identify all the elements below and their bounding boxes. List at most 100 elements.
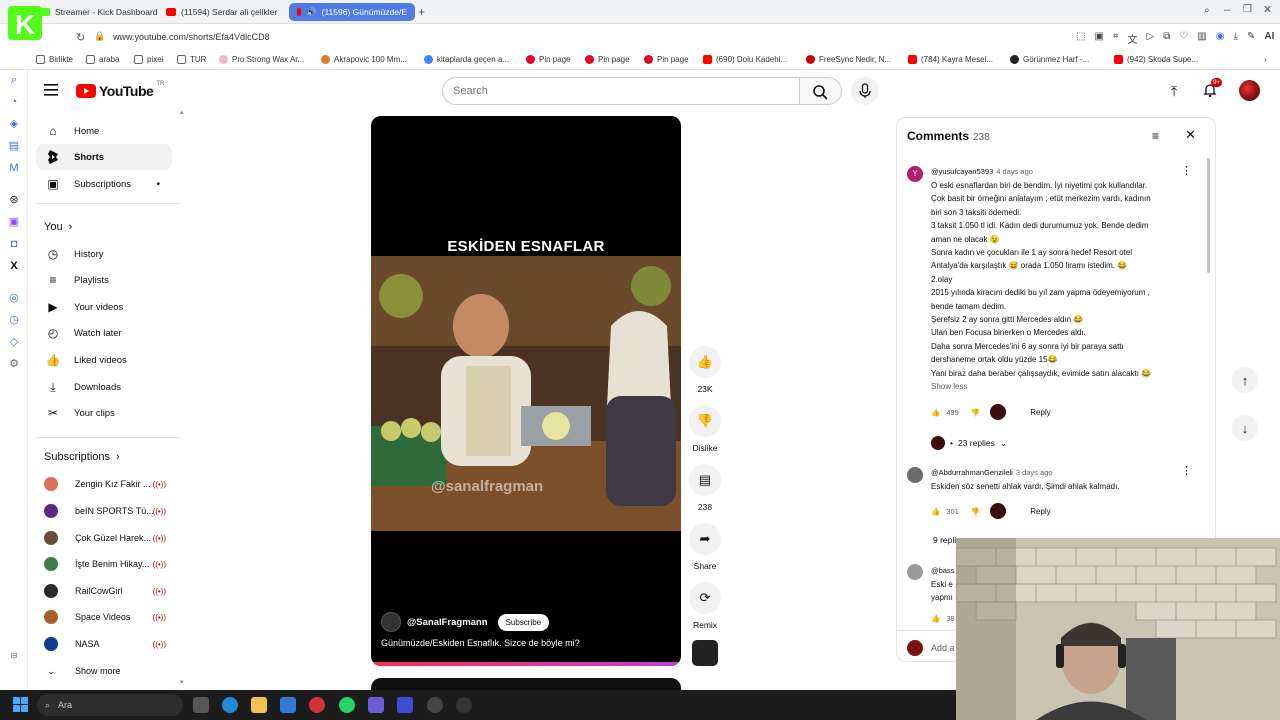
- comment-avatar[interactable]: [907, 467, 923, 483]
- bookmark-item[interactable]: Pin page: [585, 55, 630, 64]
- expand-icon[interactable]: ⊟: [8, 650, 20, 662]
- sidebar-item-home[interactable]: ⌂ Home: [36, 118, 172, 144]
- comment-author[interactable]: @AbdurrahmanGenzileli 3 days ago: [931, 468, 1053, 477]
- whatsapp-icon[interactable]: [339, 697, 355, 713]
- youtube-logo[interactable]: YouTube TR: [76, 81, 164, 99]
- edge-icon[interactable]: [222, 697, 238, 713]
- search-icon[interactable]: ⌕: [8, 74, 20, 86]
- store-icon[interactable]: [280, 697, 296, 713]
- maximize-icon[interactable]: ❐: [1243, 4, 1252, 15]
- sidebar-item-history[interactable]: ◷ History: [36, 241, 172, 267]
- profile-icon[interactable]: ◉: [1216, 31, 1225, 46]
- bookmark-item[interactable]: Pro Strong Wax Ar...: [219, 55, 304, 64]
- sidebar-toggle-icon[interactable]: ▥: [1197, 31, 1206, 46]
- bookmark-item[interactable]: araba: [86, 55, 119, 64]
- sidebar-item-liked-videos[interactable]: 👍 Liked videos: [36, 347, 172, 373]
- comment-icon[interactable]: ▤: [689, 464, 721, 496]
- short-video-player[interactable]: ESKİDEN ESNAFLAR @sanalfragman @SanalFra…: [371, 116, 681, 666]
- thumbs-up-icon[interactable]: 👍: [689, 346, 721, 378]
- thumbs-up-icon[interactable]: 👍: [931, 614, 940, 623]
- bookmark-item[interactable]: Pin page: [526, 55, 571, 64]
- sidebar-item-playlists[interactable]: ≡ Playlists: [36, 267, 172, 293]
- subscription-item[interactable]: Space Videos ((•)): [44, 606, 174, 628]
- show-less-link[interactable]: Show less: [931, 380, 1193, 393]
- tab-youtube-serdar[interactable]: (11594) Serdar ali çelikler: [158, 3, 285, 21]
- thumbs-up-icon[interactable]: 👍: [931, 408, 940, 417]
- vegas-icon[interactable]: [397, 697, 413, 713]
- search-tabs-icon[interactable]: ⌕: [1204, 5, 1210, 16]
- sidebar-item-watch-later[interactable]: ◴ Watch later: [36, 320, 172, 346]
- edit-icon[interactable]: ✎: [1247, 31, 1255, 46]
- subscription-item[interactable]: NASA ((•)): [44, 633, 174, 655]
- thumbs-down-icon[interactable]: 👎: [971, 507, 980, 516]
- bookmark-item[interactable]: Birlikte: [36, 55, 73, 64]
- remix-action[interactable]: ⟳ Remix: [689, 582, 721, 630]
- previous-short-button[interactable]: ↑: [1232, 367, 1258, 393]
- bookmark-item[interactable]: (942) Skoda Supe...: [1114, 55, 1198, 64]
- search-input[interactable]: [442, 77, 800, 105]
- translate-icon[interactable]: 文: [1128, 31, 1138, 46]
- sidebar-item-shorts[interactable]: Shorts: [36, 144, 172, 170]
- new-tab-icon[interactable]: +: [418, 5, 425, 19]
- crop-icon[interactable]: ⌗: [1113, 31, 1119, 46]
- copilot-icon[interactable]: ◔: [8, 96, 20, 108]
- url-field[interactable]: www.youtube.com/shorts/Efa4VdlcCD8: [113, 32, 270, 42]
- collections-icon[interactable]: ⧉: [1163, 31, 1170, 46]
- video-progress-bar[interactable]: [371, 662, 681, 666]
- sidebar-scroll-up-icon[interactable]: ▴: [180, 108, 184, 116]
- sidebar-scroll-down-icon[interactable]: ▾: [180, 678, 184, 686]
- search-button[interactable]: [800, 77, 842, 105]
- windows-start-icon[interactable]: [13, 697, 29, 713]
- taskbar-search[interactable]: ⌕ Ara: [37, 694, 183, 716]
- tab-kick-dashboard[interactable]: Streamer - Kick Dashboard: [32, 3, 166, 21]
- thumbs-up-icon[interactable]: 👍: [931, 507, 940, 516]
- sidebar-item-subscriptions[interactable]: ▣ Subscriptions •: [36, 171, 172, 197]
- comment-avatar[interactable]: [907, 564, 923, 580]
- teams-icon[interactable]: [368, 697, 384, 713]
- more-options-icon[interactable]: ⋮: [1181, 464, 1192, 477]
- copilot-icon[interactable]: AI: [1264, 31, 1274, 46]
- subscription-item[interactable]: RailCowGirl ((•)): [44, 580, 174, 602]
- clock-icon[interactable]: ◷: [8, 314, 20, 326]
- opera-icon[interactable]: [309, 697, 325, 713]
- bookmark-item[interactable]: (690) Dolu Kadehi...: [703, 55, 787, 64]
- tab-youtube-short[interactable]: 🔊 (11596) Günümüzde/E: [289, 3, 415, 21]
- minimize-icon[interactable]: –: [1224, 4, 1230, 16]
- sidebar-item-your-clips[interactable]: ✂ Your clips: [36, 400, 172, 426]
- comments-scrollbar[interactable]: [1207, 158, 1210, 273]
- add-comment-input[interactable]: Add a: [931, 643, 955, 653]
- download-icon[interactable]: ⤓: [1234, 31, 1238, 46]
- extension-icon[interactable]: ⬚: [1076, 31, 1085, 46]
- bookmark-item[interactable]: Akrapovic 100 Mm...: [321, 55, 407, 64]
- tools-icon[interactable]: ▤: [8, 140, 20, 152]
- notifications-button[interactable]: 9+: [1202, 78, 1223, 100]
- bookmark-item[interactable]: FreeSync Nedir, N...: [806, 55, 891, 64]
- discord-icon[interactable]: ◘: [8, 238, 20, 250]
- subscription-item[interactable]: beIN SPORTS Tü... ((•)): [44, 500, 174, 522]
- remix-icon[interactable]: ⟳: [689, 582, 721, 614]
- voice-search-button[interactable]: [851, 77, 879, 105]
- you-section-header[interactable]: You ›: [44, 221, 72, 233]
- shopping-icon[interactable]: ◈: [8, 118, 20, 130]
- video-caption[interactable]: Günümüzde/Eskiden Esnaflık. Sizce de böy…: [381, 638, 580, 648]
- twitch-icon[interactable]: ▣: [8, 216, 20, 228]
- media-icon[interactable]: ◎: [8, 292, 20, 304]
- sound-thumbnail[interactable]: [692, 640, 718, 666]
- reply-button[interactable]: Reply: [1030, 507, 1050, 516]
- view-replies-button[interactable]: • 23 replies ⌄: [931, 436, 1007, 450]
- upload-icon[interactable]: ⤒: [1171, 83, 1177, 100]
- screenshot-icon[interactable]: ▣: [1094, 31, 1103, 46]
- games-icon[interactable]: ◇: [8, 336, 20, 348]
- close-icon[interactable]: ✕: [1185, 127, 1196, 143]
- reload-icon[interactable]: ↻: [76, 31, 85, 44]
- play-icon[interactable]: ▷: [1147, 31, 1155, 46]
- hamburger-menu-icon[interactable]: [44, 83, 60, 97]
- x-icon[interactable]: X: [8, 260, 20, 272]
- comments-action[interactable]: ▤ 238: [689, 464, 721, 512]
- subscription-item[interactable]: İşte Benim Hikay... ((•)): [44, 553, 174, 575]
- bookmark-item[interactable]: kitaplarda geçen a...: [424, 55, 509, 64]
- more-options-icon[interactable]: ⋮: [1181, 164, 1192, 177]
- share-icon[interactable]: ➦: [689, 523, 721, 555]
- obs-icon[interactable]: [427, 697, 443, 713]
- comment-avatar[interactable]: Y: [907, 166, 923, 182]
